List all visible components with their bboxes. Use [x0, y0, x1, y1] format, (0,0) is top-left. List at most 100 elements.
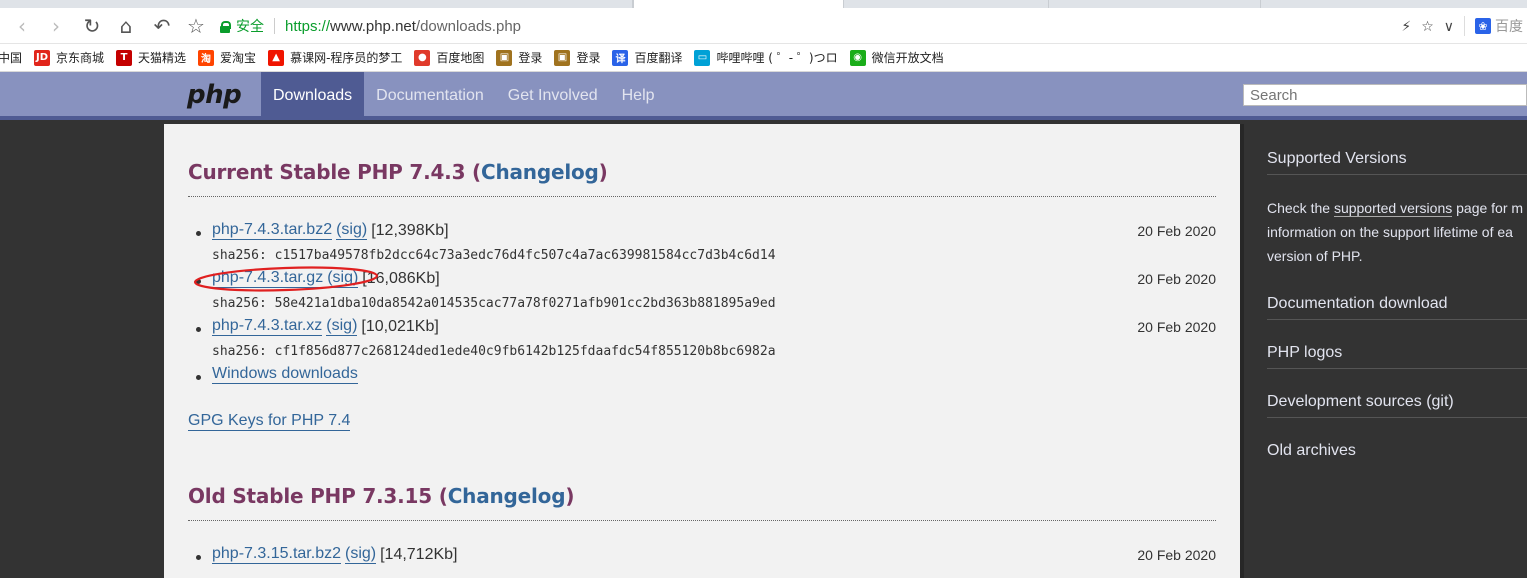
lightning-icon[interactable]: ⚡	[1401, 18, 1411, 35]
browser-tools: ⚡ ☆ ∨ ❀ 百度	[1401, 8, 1527, 44]
search-input[interactable]	[1243, 84, 1527, 106]
windows-downloads-link[interactable]: Windows downloads	[212, 365, 358, 384]
sig-link[interactable]: (sig)	[344, 545, 377, 564]
flame-icon: ▲	[268, 49, 285, 66]
bookmark-item[interactable]: ◉ 微信开放文档	[849, 49, 944, 66]
sha256-hash: sha256: c1517ba49578fb2dcc64c73a3edc76d4…	[212, 247, 776, 263]
file-size: [10,021Kb]	[361, 318, 439, 335]
jd-icon: JD	[34, 49, 51, 66]
toolbar-divider	[1464, 16, 1465, 36]
download-link[interactable]: php-7.3.15.tar.bz2	[212, 545, 341, 564]
download-link[interactable]: php-7.4.3.tar.bz2	[212, 221, 333, 240]
site-nav: Downloads Documentation Get Involved Hel…	[261, 72, 667, 120]
url-field[interactable]: 安全 https://www.php.net/downloads.php	[220, 12, 1400, 40]
home-icon[interactable]: ⌂	[114, 14, 138, 38]
bookmark-item[interactable]: ● 百度地图	[414, 49, 484, 66]
secure-label: 安全	[236, 19, 264, 35]
undo-icon[interactable]: ↶	[150, 14, 174, 38]
lock-icon	[220, 21, 231, 33]
release-date: 20 Feb 2020	[1137, 271, 1216, 287]
old-stable-section: Old Stable PHP 7.3.15 (Changelog)	[188, 484, 1216, 521]
sidebar-link-php-logos[interactable]: PHP logos	[1267, 344, 1527, 369]
bookmark-item[interactable]: ▣ 登录	[554, 49, 600, 66]
bookmark-item[interactable]: ▣ 登录	[496, 49, 542, 66]
tmall-icon: T	[116, 49, 133, 66]
nav-help[interactable]: Help	[610, 72, 667, 120]
forward-icon[interactable]: ›	[44, 14, 68, 38]
text: information on the support lifetime of e…	[1267, 224, 1513, 240]
browser-tab[interactable]	[843, 0, 1048, 8]
download-link[interactable]: php-7.4.3.tar.gz	[212, 269, 324, 288]
sha256-hash: sha256: 58e421a1dba10da8542a014535cac77a…	[212, 295, 776, 311]
bookmark-label: 百度地图	[436, 51, 485, 65]
search-engine-box[interactable]: ❀ 百度	[1475, 16, 1523, 36]
release-item: Windows downloads	[188, 363, 1216, 387]
bookmark-item[interactable]: 淘爱淘宝	[198, 49, 256, 66]
release-date: 20 Feb 2020	[1137, 319, 1216, 335]
bilibili-icon: ▭	[694, 49, 711, 66]
current-stable-heading: Current Stable PHP 7.4.3 (Changelog)	[188, 160, 1216, 184]
supported-versions-title[interactable]: Supported Versions	[1267, 150, 1527, 175]
release-item: php-7.3.15.tar.bz2 (sig) [14,712Kb] 20 Feb…	[188, 543, 1216, 567]
current-stable-section: Current Stable PHP 7.4.3 (Changelog)	[188, 160, 1216, 197]
translate-icon: 译	[612, 49, 629, 66]
sidebar-link-old-archives[interactable]: Old archives	[1267, 442, 1527, 466]
bookmark-label: 微信开放文档	[871, 51, 944, 65]
browser-tab[interactable]	[1260, 0, 1527, 8]
browser-tab[interactable]	[1048, 0, 1260, 8]
bookmark-item[interactable]: 中国	[0, 49, 22, 66]
favorite-star-icon[interactable]: ☆	[1421, 18, 1434, 35]
gpg-keys-link[interactable]: GPG Keys for PHP 7.4	[188, 412, 351, 431]
bookmark-item[interactable]: ▲ 慕课网-程序员的梦工	[268, 49, 402, 66]
release-item: php-7.4.3.tar.gz (sig) [16,086Kb] 20 Feb 2…	[188, 267, 1216, 315]
text: page for m	[1452, 200, 1524, 216]
bookmark-item[interactable]: ▭ 哔哩哔哩 ( ゜- ゜)つロ	[694, 49, 838, 66]
main-content: Current Stable PHP 7.4.3 (Changelog) php…	[164, 124, 1240, 578]
section-divider	[188, 196, 1216, 197]
url-path: /downloads.php	[415, 17, 522, 35]
bookmark-label: 哔哩哔哩 ( ゜- ゜)つロ	[716, 51, 838, 65]
bookmark-label: 百度翻译	[634, 51, 683, 65]
changelog-link[interactable]: Changelog	[481, 160, 599, 184]
sig-link[interactable]: (sig)	[327, 269, 359, 288]
file-size: [16,086Kb]	[362, 270, 440, 287]
sidebar-link-development-sources[interactable]: Development sources (git)	[1267, 393, 1527, 418]
bookmarks-bar: 中国 JD 京东商城 T 天猫精选淘爱淘宝 ▲ 慕课网-程序员的梦工 ● 百度地图 ▣ 登录 ▣ 登录译…	[0, 44, 1527, 72]
browser-tab-active[interactable]	[633, 0, 843, 8]
bookmark-item[interactable]: T 天猫精选	[116, 49, 186, 66]
section-divider	[188, 520, 1216, 521]
url-divider	[274, 18, 275, 34]
taobao-icon: 淘	[198, 49, 215, 66]
nav-get-involved[interactable]: Get Involved	[496, 72, 610, 120]
wechat-icon: ◉	[849, 49, 866, 66]
sig-link[interactable]: (sig)	[336, 221, 368, 240]
nav-documentation[interactable]: Documentation	[364, 72, 496, 120]
supported-versions-text: Check the supported versions page for m …	[1267, 196, 1527, 268]
changelog-link[interactable]: Changelog	[448, 484, 566, 508]
back-icon[interactable]: ‹	[10, 14, 34, 38]
bookmark-label: 登录	[518, 51, 543, 65]
bookmark-item[interactable]: JD 京东商城	[34, 49, 104, 66]
sig-link[interactable]: (sig)	[326, 317, 358, 336]
old-release-list: php-7.3.15.tar.bz2 (sig) [14,712Kb] 20 Feb…	[188, 543, 1216, 567]
baidu-paw-icon: ❀	[1475, 18, 1491, 34]
address-bar: ‹ › ↻ ⌂ ↶ ☆ 安全 https://www.php.net/downl…	[0, 8, 1527, 44]
nav-downloads[interactable]: Downloads	[261, 72, 365, 120]
supported-versions-link[interactable]: supported versions	[1333, 200, 1453, 217]
heading-close: )	[598, 160, 608, 184]
map-pin-icon: ●	[414, 49, 431, 66]
download-link[interactable]: php-7.4.3.tar.xz	[212, 317, 323, 336]
url-host: www.php.net	[330, 17, 416, 35]
chevron-down-icon[interactable]: ∨	[1444, 18, 1454, 35]
bookmark-star-icon[interactable]: ☆	[184, 14, 208, 38]
bookmark-item[interactable]: 译百度翻译	[612, 49, 682, 66]
sidebar: Supported Versions Check the supported v…	[1240, 124, 1527, 578]
bookmark-label: 天猫精选	[138, 51, 187, 65]
sidebar-link-documentation-download[interactable]: Documentation download	[1267, 295, 1527, 320]
php-logo[interactable]: php	[187, 80, 242, 110]
file-size: [14,712Kb]	[380, 546, 458, 563]
current-release-list: php-7.4.3.tar.bz2 (sig) [12,398Kb] 20 Feb …	[188, 219, 1216, 387]
release-item: php-7.4.3.tar.bz2 (sig) [12,398Kb] 20 Feb …	[188, 219, 1216, 267]
bookmark-label: 京东商城	[56, 51, 105, 65]
reload-icon[interactable]: ↻	[80, 14, 104, 38]
